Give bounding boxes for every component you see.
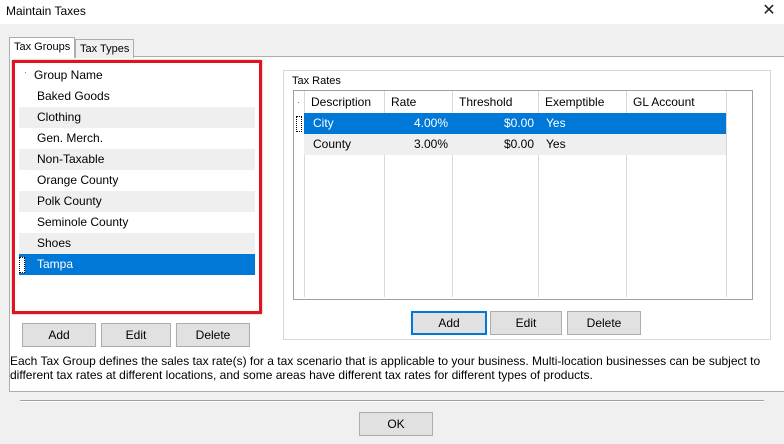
divider [20, 400, 764, 402]
tab-tax-groups[interactable]: Tax Groups [9, 37, 76, 58]
column-header-exemptible[interactable]: Exemptible [545, 91, 604, 113]
cell-threshold: $0.00 [503, 116, 534, 130]
edit-rate-button[interactable]: Edit [490, 311, 562, 335]
cell-description: County [313, 137, 352, 151]
column-header-description[interactable]: Description [311, 91, 371, 113]
tab-tax-types[interactable]: Tax Types [75, 39, 135, 58]
cell-exemptible: Yes [546, 137, 566, 151]
cell-threshold: $0.00 [503, 137, 534, 151]
help-text: Each Tax Group defines the sales tax rat… [10, 354, 761, 382]
cell-description: City [313, 116, 334, 130]
add-rate-button[interactable]: Add [411, 311, 487, 335]
tax-rates-grid[interactable]: · Description Rate Threshold Exemptible … [293, 90, 753, 300]
close-icon[interactable]: ✕ [758, 1, 780, 21]
column-header-threshold[interactable]: Threshold [459, 91, 512, 113]
add-group-button[interactable]: Add [22, 323, 96, 347]
cell-exemptible: Yes [546, 116, 566, 130]
tax-rates-legend: Tax Rates [290, 75, 343, 87]
highlight-frame [12, 60, 262, 314]
cell-rate: 3.00% [413, 137, 448, 151]
sort-indicator-icon: · [297, 97, 300, 107]
ok-button[interactable]: OK [359, 412, 433, 436]
window-title: Maintain Taxes [6, 4, 86, 18]
delete-group-button[interactable]: Delete [176, 323, 250, 347]
title-bar [0, 0, 784, 24]
column-header-rate[interactable]: Rate [391, 91, 416, 113]
delete-rate-button[interactable]: Delete [567, 311, 641, 335]
edit-group-button[interactable]: Edit [101, 323, 171, 347]
column-header-gl-account[interactable]: GL Account [633, 91, 695, 113]
cell-rate: 4.00% [413, 116, 448, 130]
row-indicator-icon [296, 116, 302, 132]
